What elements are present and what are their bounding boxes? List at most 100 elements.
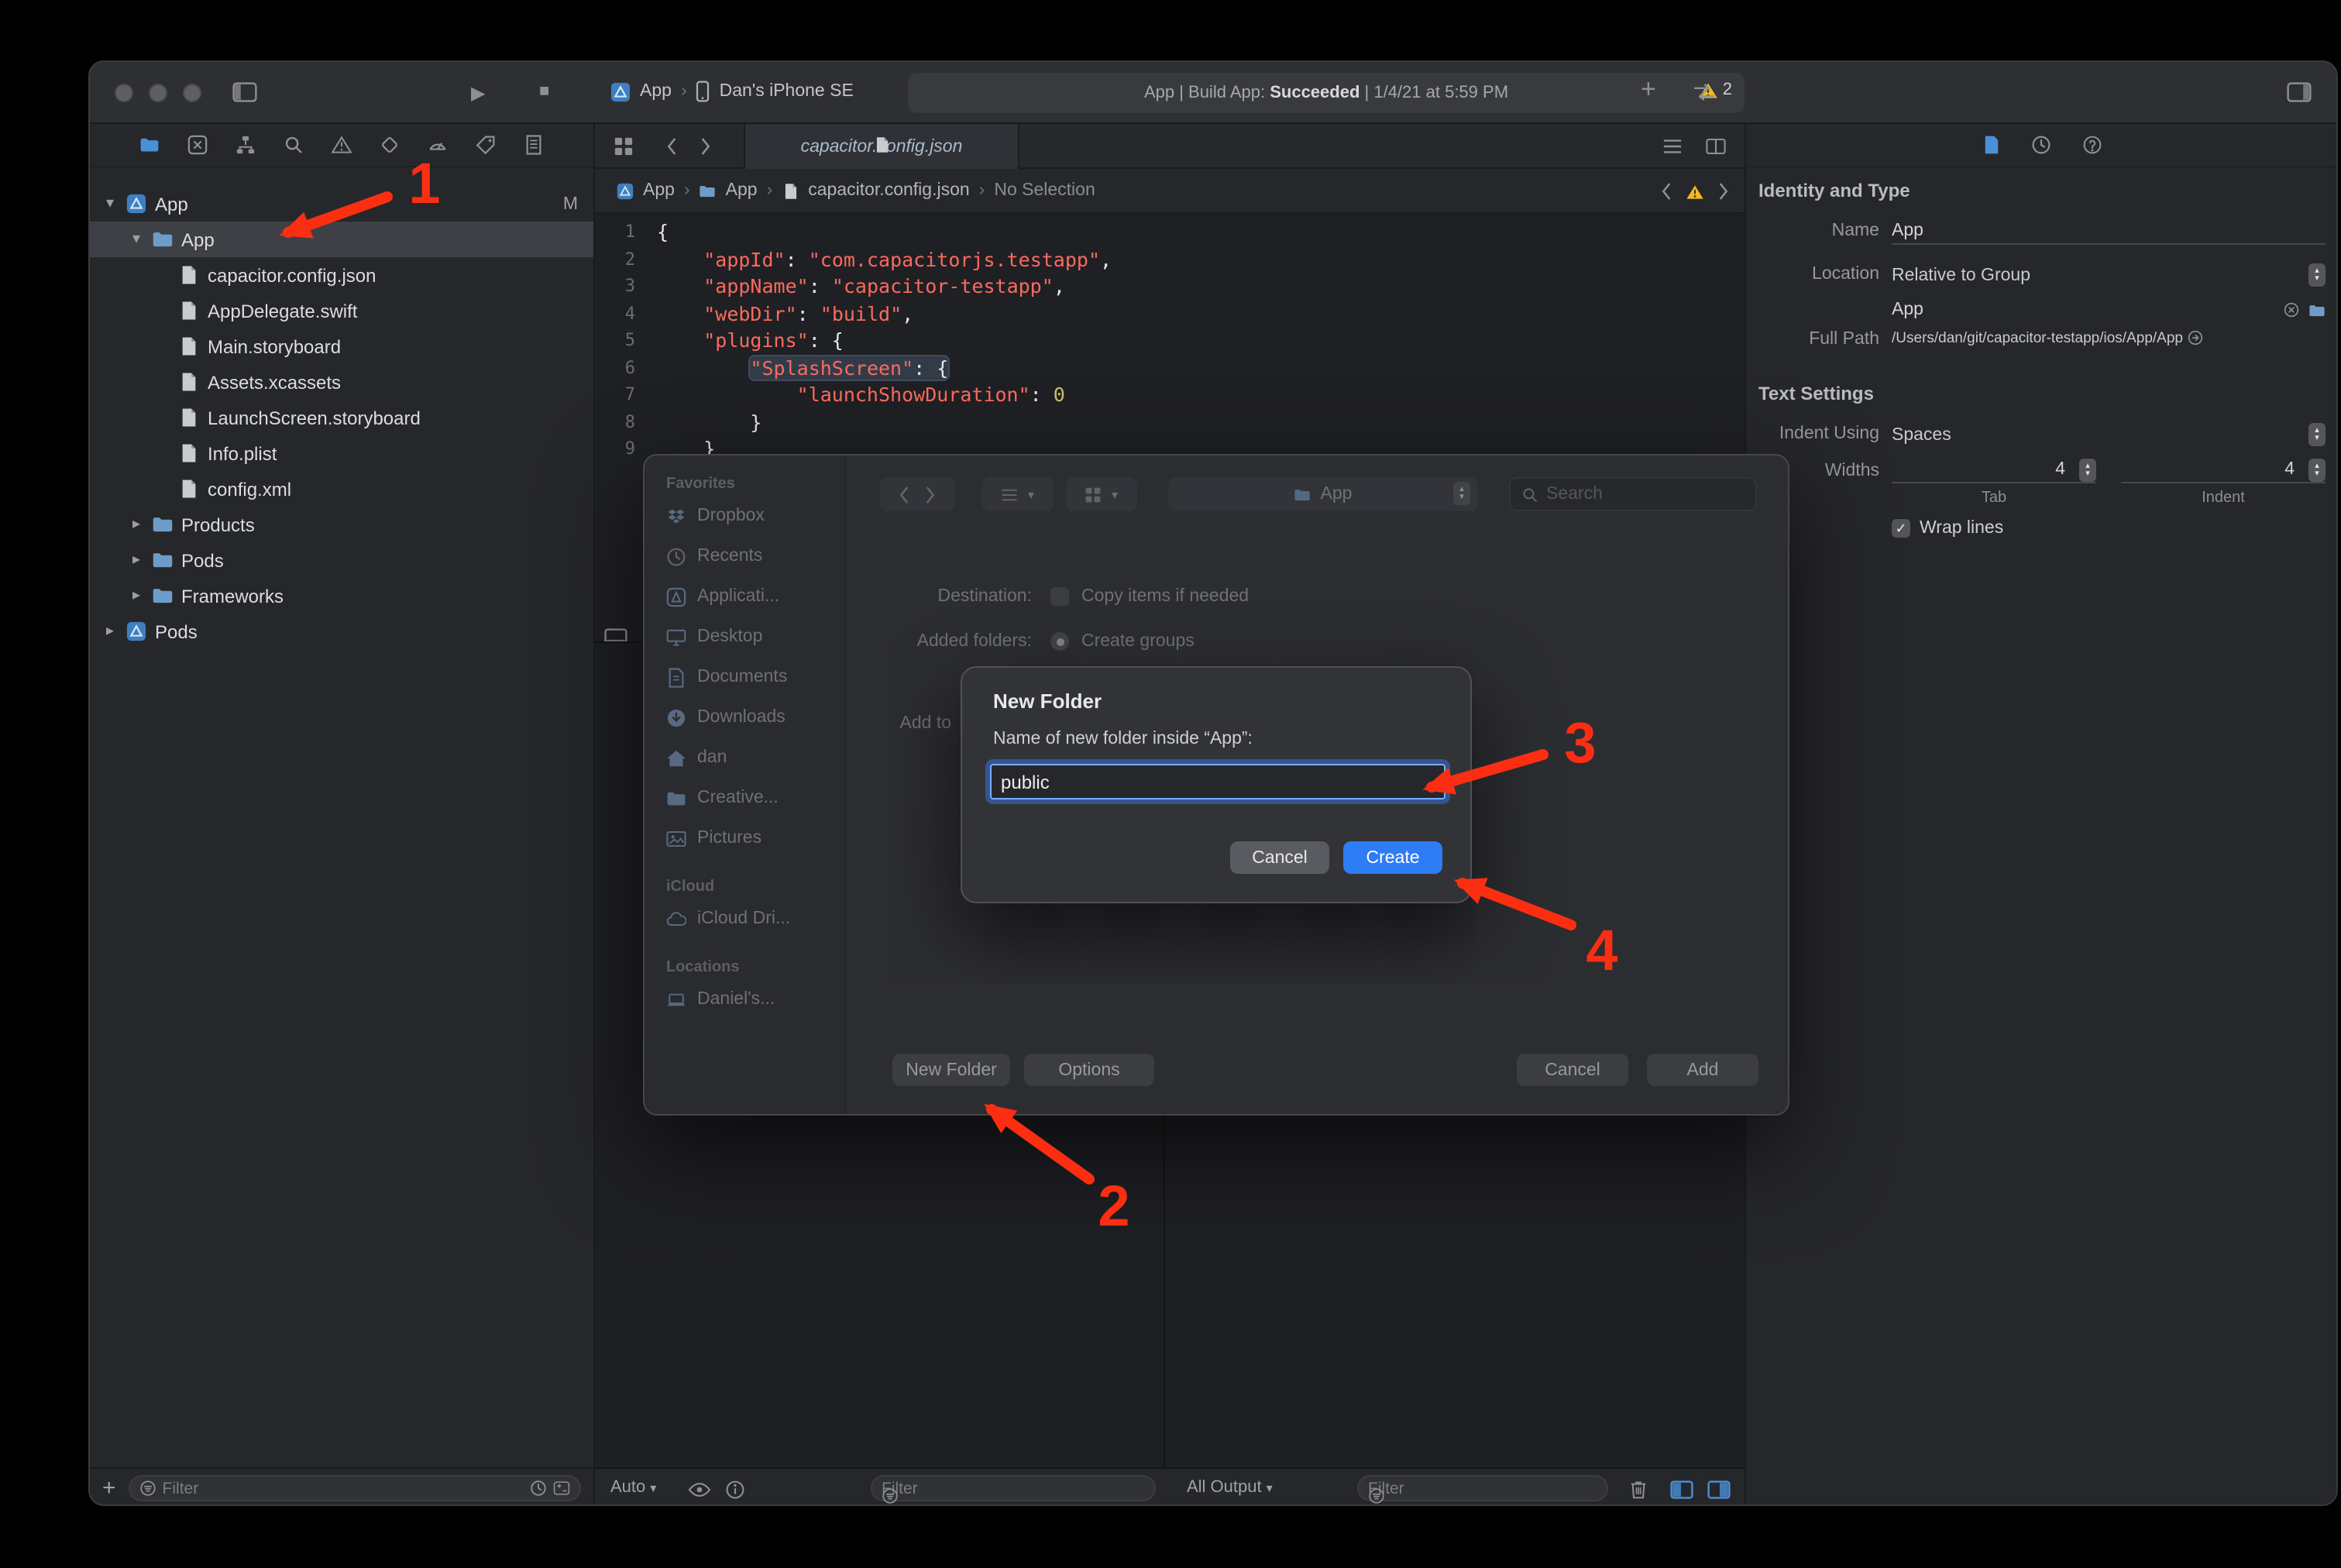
tree-row-config-xml[interactable]: config.xml xyxy=(90,471,593,507)
forward-button[interactable] xyxy=(697,138,714,155)
breadcrumb-selection[interactable]: No Selection xyxy=(994,181,1095,200)
disclosure-right-icon[interactable]: ▸ xyxy=(102,623,118,640)
sidebar-item-documents[interactable]: Documents xyxy=(645,657,844,697)
back-forward-group[interactable] xyxy=(880,477,954,511)
tree-row-pods[interactable]: ▸Pods xyxy=(90,542,593,578)
tree-row-launchscreen-storyboard[interactable]: LaunchScreen.storyboard xyxy=(90,400,593,435)
console-output-mode[interactable]: All Output▾ xyxy=(1187,1478,1273,1497)
add-editor-button[interactable]: + xyxy=(1641,74,1656,105)
forward-icon[interactable] xyxy=(922,486,939,503)
icon-view-dropdown[interactable]: ▾ xyxy=(1066,477,1137,511)
breadcrumb-group[interactable]: App xyxy=(726,181,758,200)
add-editor-split-icon[interactable] xyxy=(1706,136,1726,156)
console-filter-field[interactable] xyxy=(1357,1475,1608,1501)
tree-row-appdelegate-swift[interactable]: AppDelegate.swift xyxy=(90,293,593,328)
disclosure-right-icon[interactable]: ▸ xyxy=(129,552,144,569)
jumpbar-warning-icon[interactable] xyxy=(1686,184,1704,199)
tree-row-assets-xcassets[interactable]: Assets.xcassets xyxy=(90,364,593,400)
find-navigator-tab-icon[interactable] xyxy=(284,135,304,155)
folder-path-dropdown[interactable]: App ▴▾ xyxy=(1168,477,1478,511)
disclosure-right-icon[interactable]: ▸ xyxy=(129,587,144,604)
name-field[interactable]: App xyxy=(1892,217,2326,245)
variables-view-mode[interactable]: Auto▾ xyxy=(610,1478,656,1497)
stop-button[interactable]: ■ xyxy=(539,82,549,101)
indent-width-field[interactable]: 4▴▾ xyxy=(2121,456,2326,483)
clear-console-icon[interactable] xyxy=(1630,1480,1647,1500)
dialog-search-field[interactable] xyxy=(1509,477,1757,511)
tree-row-products[interactable]: ▸Products xyxy=(90,507,593,542)
dialog-cancel-button[interactable]: Cancel xyxy=(1517,1054,1628,1086)
swap-editor-icon[interactable] xyxy=(1692,82,1717,102)
tree-row-app[interactable]: ▾AppM xyxy=(90,186,593,222)
wrap-lines-row[interactable]: ✓ Wrap lines xyxy=(1892,519,2003,538)
tree-row-app[interactable]: ▾App xyxy=(90,222,593,257)
stepper-icon[interactable]: ▴▾ xyxy=(2079,459,2096,482)
source-control-navigator-tab-icon[interactable] xyxy=(187,135,208,155)
tree-row-info-plist[interactable]: Info.plist xyxy=(90,435,593,471)
open-path-icon[interactable] xyxy=(2187,330,2202,346)
copy-items-checkbox[interactable] xyxy=(1050,587,1069,606)
navigator-filter-field[interactable] xyxy=(129,1475,581,1501)
create-groups-radio[interactable] xyxy=(1050,632,1069,651)
stepper-icon[interactable]: ▴▾ xyxy=(1453,482,1470,505)
new-folder-button[interactable]: New Folder xyxy=(892,1054,1010,1086)
navigator-filter-input[interactable] xyxy=(163,1479,524,1498)
disclosure-down-icon[interactable]: ▾ xyxy=(129,231,144,248)
sidebar-item-dropbox[interactable]: Dropbox xyxy=(645,496,844,536)
sidebar-item-recents[interactable]: Recents xyxy=(645,536,844,576)
breakpoint-navigator-tab-icon[interactable] xyxy=(476,135,496,155)
dialog-search-input[interactable] xyxy=(1546,485,1745,504)
report-navigator-tab-icon[interactable] xyxy=(524,135,544,155)
tree-row-pods[interactable]: ▸Pods xyxy=(90,614,593,649)
stepper-icon[interactable]: ▴▾ xyxy=(2308,263,2326,287)
symbol-navigator-tab-icon[interactable] xyxy=(235,135,256,155)
dialog-add-button[interactable]: Add xyxy=(1647,1054,1758,1086)
show-variables-view-icon[interactable] xyxy=(1670,1480,1693,1500)
file-inspector-tab-icon[interactable] xyxy=(1983,135,2000,155)
options-button[interactable]: Options xyxy=(1024,1054,1154,1086)
issue-navigator-tab-icon[interactable] xyxy=(332,135,352,155)
stepper-icon[interactable]: ▴▾ xyxy=(2308,459,2326,482)
jump-bar[interactable]: App › App › capacitor.config.json › No S… xyxy=(595,169,1745,214)
folder-name-input[interactable] xyxy=(990,764,1446,799)
disclosure-right-icon[interactable]: ▸ xyxy=(129,516,144,533)
previous-issue-icon[interactable] xyxy=(1658,183,1675,200)
test-navigator-tab-icon[interactable] xyxy=(380,135,400,155)
navigator-toggle-icon[interactable] xyxy=(232,82,257,102)
tab-width-field[interactable]: 4▴▾ xyxy=(1892,456,2096,483)
project-navigator-tab-icon[interactable] xyxy=(139,135,160,155)
stepper-icon[interactable]: ▴▾ xyxy=(2308,423,2326,446)
next-issue-icon[interactable] xyxy=(1715,183,1732,200)
breadcrumb-file[interactable]: capacitor.config.json xyxy=(808,181,969,200)
close-button[interactable] xyxy=(115,84,133,102)
run-button[interactable]: ▶ xyxy=(471,82,485,104)
minimize-button[interactable] xyxy=(149,84,167,102)
history-inspector-tab-icon[interactable] xyxy=(2031,135,2051,155)
tree-row-capacitor-config-json[interactable]: capacitor.config.json xyxy=(90,257,593,293)
recent-files-filter-icon[interactable] xyxy=(530,1480,547,1497)
print-description-icon[interactable] xyxy=(725,1480,745,1500)
cancel-button[interactable]: Cancel xyxy=(1230,841,1329,874)
location-dropdown[interactable]: Relative to Group▴▾ xyxy=(1892,260,2326,290)
zoom-button[interactable] xyxy=(183,84,201,102)
choose-folder-icon[interactable] xyxy=(2308,301,2326,318)
tree-row-frameworks[interactable]: ▸Frameworks xyxy=(90,578,593,614)
inspector-toggle-icon[interactable] xyxy=(2287,82,2312,102)
tab-overview-icon[interactable] xyxy=(614,136,634,156)
disclosure-down-icon[interactable]: ▾ xyxy=(102,195,118,212)
sidebar-item-creative[interactable]: Creative... xyxy=(645,778,844,818)
sidebar-item-dan[interactable]: dan xyxy=(645,738,844,778)
quick-help-inspector-tab-icon[interactable] xyxy=(2082,135,2102,155)
back-icon[interactable] xyxy=(895,486,913,503)
scheme-selector[interactable]: App › Dan's iPhone SE xyxy=(610,81,854,102)
debug-navigator-tab-icon[interactable] xyxy=(428,135,448,155)
source-control-status-filter-icon[interactable] xyxy=(553,1480,570,1497)
sidebar-item-pictures[interactable]: Pictures xyxy=(645,818,844,858)
add-file-button[interactable]: + xyxy=(102,1475,116,1501)
editor-options-icon[interactable] xyxy=(1662,136,1683,156)
sidebar-item-icloud-dri[interactable]: iCloud Dri... xyxy=(645,899,844,939)
quicklook-icon[interactable] xyxy=(688,1480,711,1500)
variables-filter-input[interactable] xyxy=(882,1479,1145,1498)
back-button[interactable] xyxy=(663,138,680,155)
create-button[interactable]: Create xyxy=(1343,841,1442,874)
